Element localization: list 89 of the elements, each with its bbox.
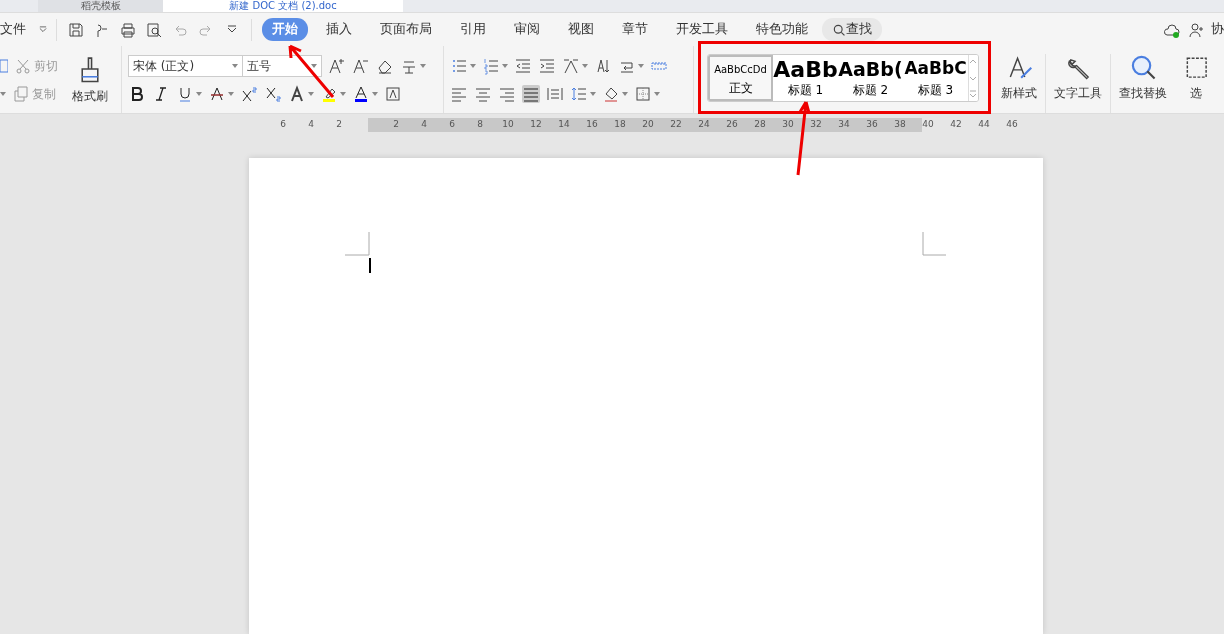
caret-icon[interactable]	[590, 91, 596, 96]
font-color-button[interactable]	[352, 84, 378, 103]
format-painter-button[interactable]: 格式刷	[64, 54, 116, 105]
text-direction-icon[interactable]	[562, 56, 580, 75]
text-effect-button[interactable]	[288, 84, 314, 103]
ribbon-tab[interactable]: 章节	[612, 18, 658, 41]
ruler-number: 2	[392, 118, 400, 132]
ruler-number: 4	[307, 118, 315, 132]
caret-icon[interactable]	[420, 63, 426, 68]
font-color-icon[interactable]	[352, 84, 370, 103]
corner-mark	[922, 232, 947, 256]
ruler-number: 4	[420, 118, 428, 132]
caret-icon[interactable]	[470, 63, 476, 68]
ribbon-tab[interactable]: 特色功能	[746, 18, 818, 41]
caret-icon[interactable]	[654, 91, 660, 96]
new-style-button[interactable]: 新样式	[993, 54, 1046, 113]
document-tab[interactable]: 稻壳模板	[38, 0, 163, 12]
ruler-number: 16	[585, 118, 599, 132]
ruler-number: 40	[921, 118, 935, 132]
text-effect-icon[interactable]	[288, 84, 306, 103]
ruler-number: 20	[641, 118, 655, 132]
numbered-list-icon[interactable]	[482, 56, 500, 75]
ribbon-tab[interactable]: 审阅	[504, 18, 550, 41]
ruler-number: 14	[557, 118, 571, 132]
ruler-number: 22	[669, 118, 683, 132]
caret-icon[interactable]	[638, 63, 644, 68]
copy-icon[interactable]	[12, 84, 30, 103]
ribbon-tab[interactable]: 开发工具	[666, 18, 738, 41]
ruler-number: 28	[753, 118, 767, 132]
print-preview-icon[interactable]	[145, 20, 163, 39]
ribbon-tab[interactable]: 插入	[316, 18, 362, 41]
font-size-select[interactable]: 五号	[242, 54, 322, 77]
ruler-number: 46	[1005, 118, 1019, 132]
character-border-icon[interactable]	[384, 84, 402, 103]
printer-icon[interactable]	[119, 20, 137, 39]
ruler-number: 44	[977, 118, 991, 132]
caret-icon[interactable]	[622, 91, 628, 96]
ruler-number: 38	[893, 118, 907, 132]
wrench-button[interactable]: 文字工具	[1046, 54, 1110, 113]
ruler-number: 8	[476, 118, 484, 132]
document-tab[interactable]: 新建 DOC 文档 (2).doc	[163, 0, 403, 12]
ribbon-tab[interactable]: 引用	[450, 18, 496, 41]
save-icon[interactable]	[67, 20, 85, 39]
increase-indent-icon[interactable]	[538, 56, 556, 75]
justify-icon[interactable]	[522, 84, 540, 103]
caret-icon[interactable]	[582, 63, 588, 68]
text-cursor	[369, 258, 371, 273]
grow-font-icon[interactable]	[328, 56, 346, 75]
decrease-indent-icon[interactable]	[514, 56, 532, 75]
style-option[interactable]: AaBbCcDd 正文	[708, 55, 773, 101]
caret-icon[interactable]	[232, 63, 238, 68]
ruler-number: 6	[279, 118, 287, 132]
superscript-icon[interactable]	[240, 84, 258, 103]
numbered-list-button[interactable]	[482, 56, 508, 75]
corner-mark	[345, 232, 370, 256]
borders-icon[interactable]	[634, 84, 652, 103]
ruler-number: 6	[448, 118, 456, 132]
ribbon-tab[interactable]: 视图	[558, 18, 604, 41]
font-select[interactable]: 宋体 (正文)	[128, 54, 243, 77]
ruler-number: 34	[837, 118, 851, 132]
search-button[interactable]: 查找	[822, 18, 882, 41]
search-icon[interactable]	[832, 22, 846, 37]
caret-icon[interactable]	[502, 63, 508, 68]
find-replace-button[interactable]: 查找替换	[1110, 54, 1175, 113]
ruler-number: 36	[865, 118, 879, 132]
caret-icon[interactable]	[196, 91, 202, 96]
caret-icon[interactable]	[308, 91, 314, 96]
file-menu[interactable]: 文件	[0, 18, 36, 41]
ruler-number: 42	[949, 118, 963, 132]
caret-icon[interactable]	[0, 91, 6, 96]
ribbon-tab[interactable]: 页面布局	[370, 18, 442, 41]
caret-icon[interactable]	[340, 91, 346, 96]
caret-icon[interactable]	[228, 91, 234, 96]
ruler-number: 32	[809, 118, 823, 132]
ruler-number: 18	[613, 118, 627, 132]
add-user-icon[interactable]	[1187, 20, 1205, 39]
find-replace-icon[interactable]	[1130, 54, 1156, 80]
ruler-number: 26	[725, 118, 739, 132]
borders-button[interactable]	[634, 84, 660, 103]
ruler-number: 30	[781, 118, 795, 132]
ruler-number: 2	[335, 118, 343, 132]
ruler-number: 24	[697, 118, 711, 132]
caret-icon[interactable]	[311, 63, 317, 68]
caret-icon[interactable]	[372, 91, 378, 96]
select-button[interactable]: 选	[1175, 54, 1217, 113]
text-direction-button[interactable]	[562, 56, 588, 75]
collaborate-label[interactable]: 协	[1211, 20, 1224, 39]
ruler-number: 10	[501, 118, 515, 132]
ruler-number: 12	[529, 118, 543, 132]
